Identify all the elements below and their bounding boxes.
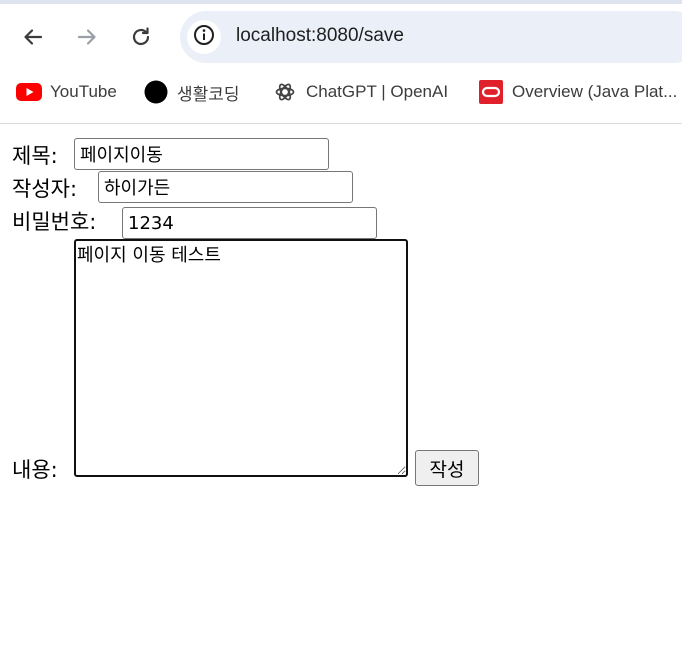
bookmark-chatgpt[interactable]: ChatGPT | OpenAI — [272, 74, 448, 110]
content-label: 내용: — [12, 458, 58, 482]
bookmarks-bar: YouTube 생활코딩 ChatGPT | OpenAI Overview (… — [0, 74, 682, 110]
bookmark-youtube[interactable]: YouTube — [16, 74, 117, 110]
content-textarea[interactable]: 페이지 이동 테스트 — [74, 239, 408, 477]
openai-icon — [272, 79, 298, 105]
forward-button[interactable] — [72, 22, 102, 52]
password-label: 비밀번호: — [12, 210, 97, 234]
writer-input[interactable] — [98, 171, 353, 203]
bookmark-label: ChatGPT | OpenAI — [306, 82, 449, 101]
bookmark-java-overview[interactable]: Overview (Java Plat... — [478, 74, 677, 110]
site-info-icon — [193, 24, 215, 50]
url-text[interactable]: localhost:8080/save — [236, 25, 404, 47]
forward-arrow-icon — [76, 26, 98, 48]
submit-button[interactable]: 작성 — [415, 450, 479, 486]
title-label: 제목: — [12, 144, 58, 168]
title-input[interactable] — [74, 138, 329, 170]
site-info-button[interactable] — [187, 20, 221, 54]
save-form: 제목: 작성자: 비밀번호: 페이지 이동 테스트 내용: 작성 — [0, 124, 682, 653]
bookmark-label: Overview (Java Plat... — [512, 82, 678, 101]
tab-strip-edge — [0, 0, 682, 4]
bookmark-label: YouTube — [50, 82, 117, 101]
password-input[interactable] — [122, 207, 377, 239]
bookmark-saenghwalcoding[interactable]: 생활코딩 — [143, 74, 240, 110]
reload-icon — [130, 26, 152, 48]
back-button[interactable] — [18, 22, 48, 52]
oracle-icon — [478, 79, 504, 105]
youtube-icon — [16, 79, 42, 105]
bookmark-label: 생활코딩 — [177, 84, 240, 104]
back-arrow-icon — [22, 26, 44, 48]
black-circle-icon — [143, 79, 169, 105]
address-bar[interactable]: localhost:8080/save — [180, 11, 682, 63]
writer-label: 작성자: — [12, 177, 78, 201]
browser-chrome: localhost:8080/save YouTube 생활코딩 ChatGPT… — [0, 0, 682, 124]
reload-button[interactable] — [126, 22, 156, 52]
